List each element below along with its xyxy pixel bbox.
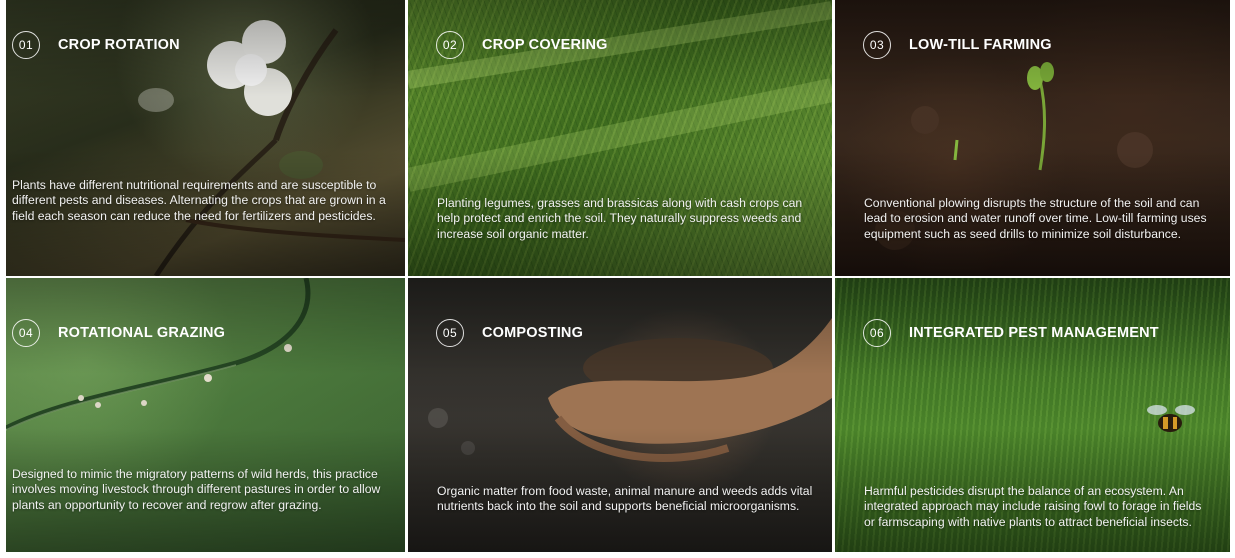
step-number-badge: 05 bbox=[436, 319, 464, 347]
tile-header: 04 ROTATIONAL GRAZING bbox=[12, 319, 225, 347]
tile-description: Designed to mimic the migratory patterns… bbox=[12, 467, 381, 512]
tile-title: LOW-TILL FARMING bbox=[909, 37, 1052, 53]
tile-title: INTEGRATED PEST MANAGEMENT bbox=[909, 325, 1159, 341]
step-number-badge: 04 bbox=[12, 319, 40, 347]
tile-description: Conventional plowing disrupts the struct… bbox=[864, 196, 1207, 241]
tile-title: CROP ROTATION bbox=[58, 37, 180, 53]
tile-header: 02 CROP COVERING bbox=[436, 31, 608, 59]
tile-title: CROP COVERING bbox=[482, 37, 608, 53]
tile-description: Organic matter from food waste, animal m… bbox=[437, 484, 813, 514]
tile-description: Harmful pesticides disrupt the balance o… bbox=[864, 484, 1202, 529]
tile-low-till-farming: 03 LOW-TILL FARMING Conventional plowing… bbox=[835, 0, 1230, 276]
tile-description: Plants have different nutritional requir… bbox=[12, 178, 386, 223]
step-number-badge: 03 bbox=[863, 31, 891, 59]
tile-description: Planting legumes, grasses and brassicas … bbox=[437, 196, 803, 241]
tile-header: 06 INTEGRATED PEST MANAGEMENT bbox=[863, 319, 1159, 347]
step-number-badge: 01 bbox=[12, 31, 40, 59]
tile-title: COMPOSTING bbox=[482, 325, 584, 341]
tile-header: 05 COMPOSTING bbox=[436, 319, 583, 347]
tile-composting: 05 COMPOSTING Organic matter from food w… bbox=[408, 278, 832, 552]
tile-integrated-pest-management: 06 INTEGRATED PEST MANAGEMENT Harmful pe… bbox=[835, 278, 1230, 552]
step-number-badge: 02 bbox=[436, 31, 464, 59]
tile-crop-covering: 02 CROP COVERING Planting legumes, grass… bbox=[408, 0, 832, 276]
tile-rotational-grazing: 04 ROTATIONAL GRAZING Designed to mimic … bbox=[6, 278, 405, 552]
practices-grid: 01 CROP ROTATION Plants have different n… bbox=[6, 0, 1230, 552]
tile-crop-rotation: 01 CROP ROTATION Plants have different n… bbox=[6, 0, 405, 276]
tile-header: 01 CROP ROTATION bbox=[12, 31, 180, 59]
tile-title: ROTATIONAL GRAZING bbox=[58, 325, 226, 341]
tile-header: 03 LOW-TILL FARMING bbox=[863, 31, 1052, 59]
step-number-badge: 06 bbox=[863, 319, 891, 347]
